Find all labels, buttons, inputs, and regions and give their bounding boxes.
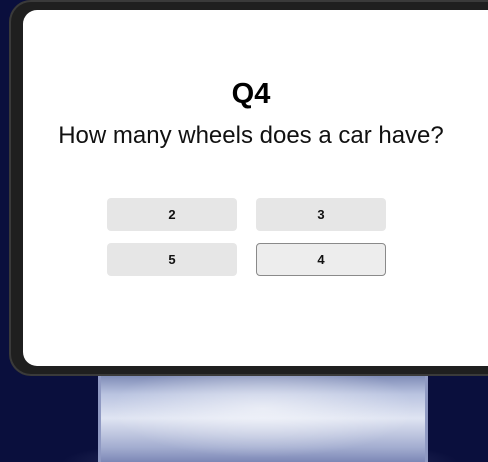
answer-label: 5	[168, 252, 176, 267]
answer-button-4[interactable]: 4	[256, 243, 386, 276]
answer-label: 2	[168, 207, 176, 222]
quiz-scene: Q4 How many wheels does a car have? 2 3 …	[0, 0, 488, 462]
monitor-stand-shine	[98, 365, 428, 462]
question-text: How many wheels does a car have?	[58, 122, 444, 149]
question-number: Q4	[231, 78, 271, 110]
answer-button-2[interactable]: 3	[256, 198, 386, 231]
answer-label: 3	[317, 207, 325, 222]
answer-button-3[interactable]: 5	[107, 243, 237, 276]
answer-label: 4	[317, 252, 325, 267]
monitor-screen	[23, 10, 488, 366]
answer-button-1[interactable]: 2	[107, 198, 237, 231]
